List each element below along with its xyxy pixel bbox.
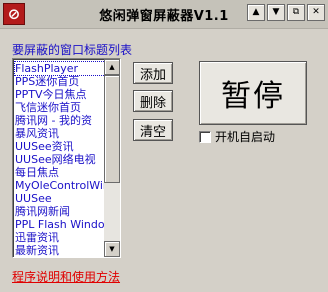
- autostart-checkbox[interactable]: [199, 130, 211, 143]
- blocked-titles-listbox[interactable]: FlashPlayer PPS迷你首页 PPTV今日焦点 飞信迷你首页 腾讯网 - 我的…: [12, 58, 121, 258]
- list-item[interactable]: PPL Flash Windo: [15, 218, 105, 231]
- scroll-thumb[interactable]: [104, 75, 120, 183]
- list-item[interactable]: 暴风资讯: [15, 127, 105, 140]
- list-items: FlashPlayer PPS迷你首页 PPTV今日焦点 飞信迷你首页 腾讯网 - 我的…: [14, 61, 106, 257]
- list-item[interactable]: MyOleControlWin: [15, 179, 105, 192]
- list-scrollbar[interactable]: ▲ ▼: [104, 59, 120, 257]
- list-item[interactable]: 腾讯网 - 我的资: [15, 114, 105, 127]
- pause-button[interactable]: 暂停: [199, 61, 307, 125]
- list-item[interactable]: FlashPlayer: [14, 61, 106, 76]
- list-label: 要屏蔽的窗口标题列表: [12, 43, 133, 57]
- close-button[interactable]: ✕: [307, 4, 325, 21]
- move-up-button[interactable]: ▲: [247, 4, 265, 21]
- delete-button[interactable]: 删除: [133, 90, 173, 112]
- restore-button[interactable]: ⧉: [287, 4, 305, 21]
- scroll-down-arrow-icon[interactable]: ▼: [104, 241, 120, 257]
- list-item[interactable]: 飞信迷你首页: [15, 101, 105, 114]
- title-bar-controls: ▲ ▼ ⧉ ✕: [247, 4, 325, 21]
- list-item[interactable]: UUSee网络电视: [15, 153, 105, 166]
- autostart-label: 开机自启动: [215, 130, 276, 144]
- title-bar[interactable]: ⊘ 悠闲弹窗屏蔽器V1.1 ▲ ▼ ⧉ ✕: [0, 0, 328, 29]
- list-item[interactable]: UUSee资讯: [15, 140, 105, 153]
- list-item[interactable]: UUSee: [15, 192, 105, 205]
- list-item[interactable]: 最新资讯: [15, 244, 105, 257]
- list-item[interactable]: 每日焦点: [15, 166, 105, 179]
- minimize-button[interactable]: ▼: [267, 4, 285, 21]
- autostart-option[interactable]: 开机自启动: [199, 128, 275, 145]
- add-button[interactable]: 添加: [133, 62, 173, 84]
- help-link[interactable]: 程序说明和使用方法: [12, 268, 120, 285]
- list-item[interactable]: 迅雷资讯: [15, 231, 105, 244]
- list-item[interactable]: PPS迷你首页: [15, 75, 105, 88]
- list-item[interactable]: 腾讯网新闻: [15, 205, 105, 218]
- list-item[interactable]: PPTV今日焦点: [15, 88, 105, 101]
- clear-button[interactable]: 清空: [133, 119, 173, 141]
- app-window: ⊘ 悠闲弹窗屏蔽器V1.1 ▲ ▼ ⧉ ✕ 要屏蔽的窗口标题列表 FlashPl…: [0, 0, 328, 292]
- scroll-up-arrow-icon[interactable]: ▲: [104, 59, 120, 75]
